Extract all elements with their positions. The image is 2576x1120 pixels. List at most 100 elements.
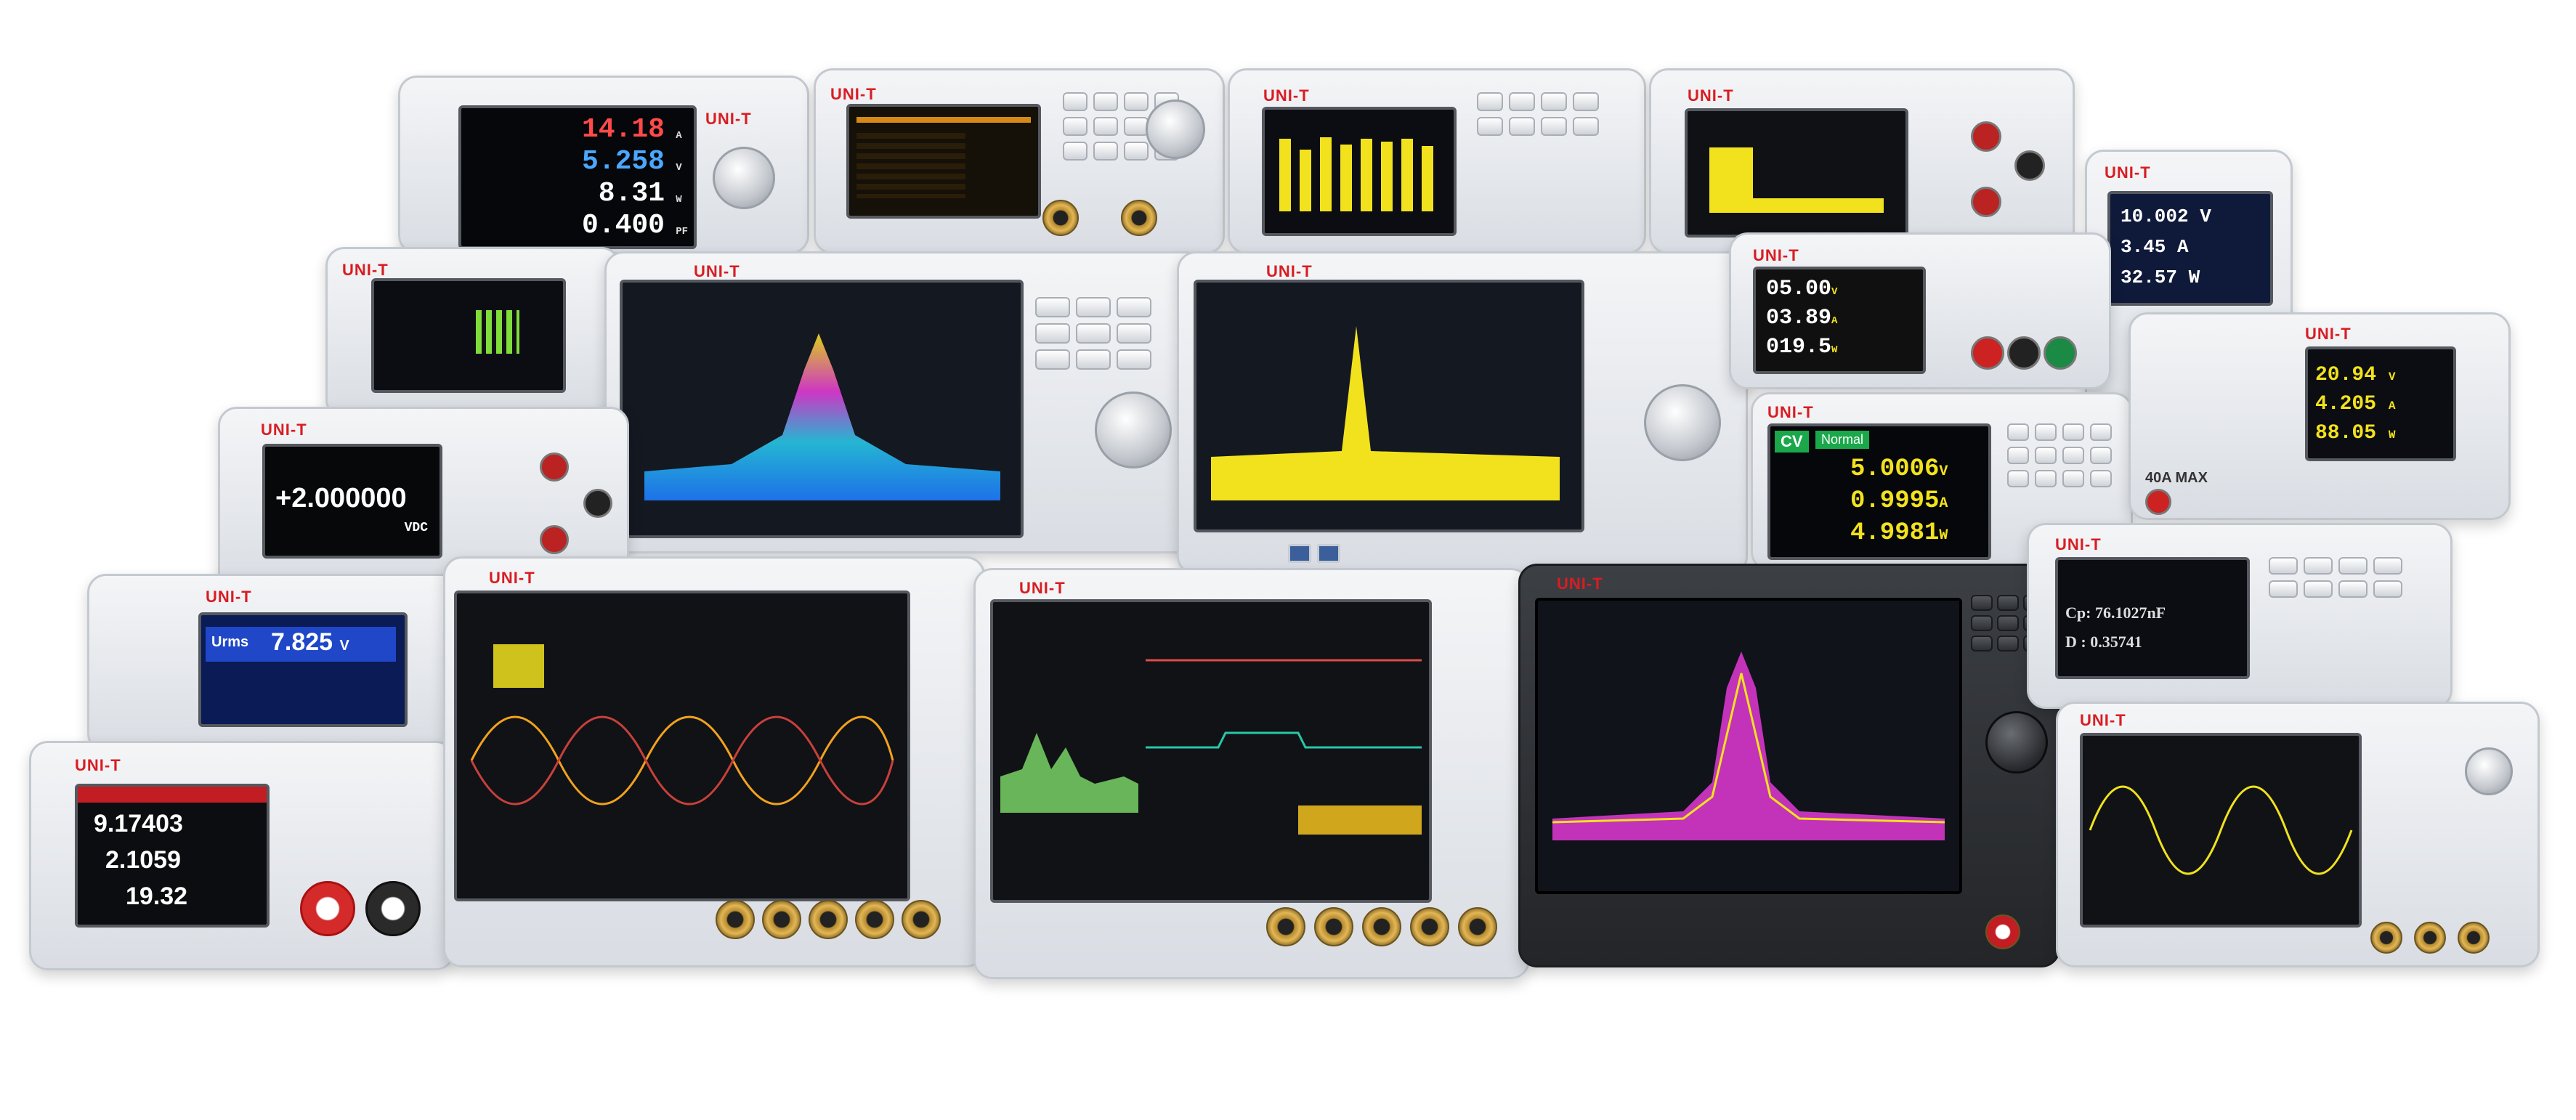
nav-wheel[interactable] [713, 147, 775, 209]
analyzer-display [1535, 598, 1962, 894]
key[interactable] [2007, 423, 2029, 441]
key[interactable] [1997, 595, 2019, 611]
key[interactable] [1035, 349, 1070, 370]
key[interactable] [1035, 297, 1070, 317]
channel-input[interactable] [1362, 907, 1401, 946]
output-connector[interactable] [1042, 200, 1079, 236]
input-jack[interactable] [1971, 121, 2001, 152]
key[interactable] [1971, 595, 1993, 611]
key[interactable] [1997, 636, 2019, 652]
rotary-knob[interactable] [1644, 384, 1721, 461]
key[interactable] [2062, 423, 2084, 441]
key[interactable] [1509, 117, 1535, 136]
key[interactable] [2304, 580, 2333, 598]
usb-port[interactable] [1288, 544, 1311, 563]
channel-input[interactable] [1458, 907, 1497, 946]
channel-input[interactable] [1410, 907, 1449, 946]
key[interactable] [2035, 470, 2057, 487]
power-analyzer-display [371, 278, 566, 393]
key[interactable] [1093, 142, 1118, 161]
key[interactable] [1124, 117, 1149, 136]
key[interactable] [2269, 580, 2298, 598]
channel-input[interactable] [1266, 907, 1305, 946]
key[interactable] [1076, 297, 1111, 317]
key[interactable] [2007, 447, 2029, 464]
channel-input[interactable] [1314, 907, 1353, 946]
key[interactable] [1124, 142, 1149, 161]
key[interactable] [2304, 557, 2333, 575]
key[interactable] [1117, 297, 1151, 317]
key[interactable] [2090, 447, 2112, 464]
reading-voltage: 05.00V [1766, 277, 1838, 301]
channel-input[interactable] [2414, 922, 2446, 954]
rotary-knob[interactable] [2465, 747, 2513, 795]
key[interactable] [2035, 447, 2057, 464]
channel-input[interactable] [2458, 922, 2490, 954]
rotary-knob[interactable] [1095, 391, 1172, 468]
key[interactable] [2062, 470, 2084, 487]
input-jack[interactable] [540, 525, 569, 554]
rotary-knob[interactable] [1146, 100, 1205, 159]
channel-input[interactable] [902, 900, 941, 939]
input-jack[interactable] [540, 453, 569, 482]
digital-power-meter-blue: UNI-T Urms 7.825 V [87, 574, 469, 752]
key[interactable] [1971, 636, 1993, 652]
key[interactable] [1477, 92, 1503, 111]
key[interactable] [1063, 92, 1087, 111]
input-jack[interactable] [1971, 187, 2001, 217]
key[interactable] [1063, 117, 1087, 136]
psu-small-display: 05.00V 03.89A 019.5W [1753, 267, 1926, 374]
key[interactable] [2338, 580, 2368, 598]
key[interactable] [2062, 447, 2084, 464]
key[interactable] [1063, 142, 1087, 161]
channel-input[interactable] [2370, 922, 2402, 954]
key[interactable] [1541, 92, 1567, 111]
brand-logo: UNI-T [705, 110, 752, 128]
output-jack-red[interactable] [1971, 336, 2004, 370]
key[interactable] [1117, 323, 1151, 344]
channel-input[interactable] [762, 900, 801, 939]
key[interactable] [2373, 580, 2402, 598]
output-connector[interactable] [1121, 200, 1157, 236]
power-meter-display: 14.18 5.258 8.31 0.400 AV W PF [458, 105, 697, 249]
brand-logo: UNI-T [75, 756, 121, 774]
channel-input[interactable] [855, 900, 894, 939]
key[interactable] [1035, 323, 1070, 344]
output-jack-red[interactable] [2145, 489, 2171, 515]
key[interactable] [1541, 117, 1567, 136]
spectrum-display [620, 280, 1024, 538]
input-terminal-red[interactable] [300, 881, 355, 936]
lcr-display: Cp: 76.1027nF D : 0.35741 [2055, 557, 2250, 679]
channel-input[interactable] [809, 900, 848, 939]
channel-input[interactable] [716, 900, 755, 939]
key[interactable] [1076, 349, 1111, 370]
key[interactable] [1093, 92, 1118, 111]
rf-input[interactable] [1985, 914, 2020, 949]
key[interactable] [1117, 349, 1151, 370]
key[interactable] [1477, 117, 1503, 136]
input-jack[interactable] [583, 489, 612, 518]
key[interactable] [1124, 92, 1149, 111]
input-terminal-black[interactable] [365, 881, 421, 936]
key[interactable] [1573, 117, 1599, 136]
key[interactable] [2269, 557, 2298, 575]
reading-power-factor: 0.400 [581, 210, 665, 241]
rotary-knob[interactable] [1985, 711, 2048, 774]
key[interactable] [1076, 323, 1111, 344]
key[interactable] [1573, 92, 1599, 111]
key[interactable] [2373, 557, 2402, 575]
output-jack-black[interactable] [2007, 336, 2041, 370]
key[interactable] [1997, 615, 2019, 631]
key[interactable] [2007, 470, 2029, 487]
brand-logo: UNI-T [1753, 246, 1799, 264]
input-jack[interactable] [2014, 150, 2045, 181]
usb-port[interactable] [1317, 544, 1340, 563]
key[interactable] [2090, 470, 2112, 487]
key[interactable] [2090, 423, 2112, 441]
output-jack-green[interactable] [2044, 336, 2077, 370]
key[interactable] [1971, 615, 1993, 631]
key[interactable] [1093, 117, 1118, 136]
key[interactable] [1509, 92, 1535, 111]
key[interactable] [2338, 557, 2368, 575]
key[interactable] [2035, 423, 2057, 441]
